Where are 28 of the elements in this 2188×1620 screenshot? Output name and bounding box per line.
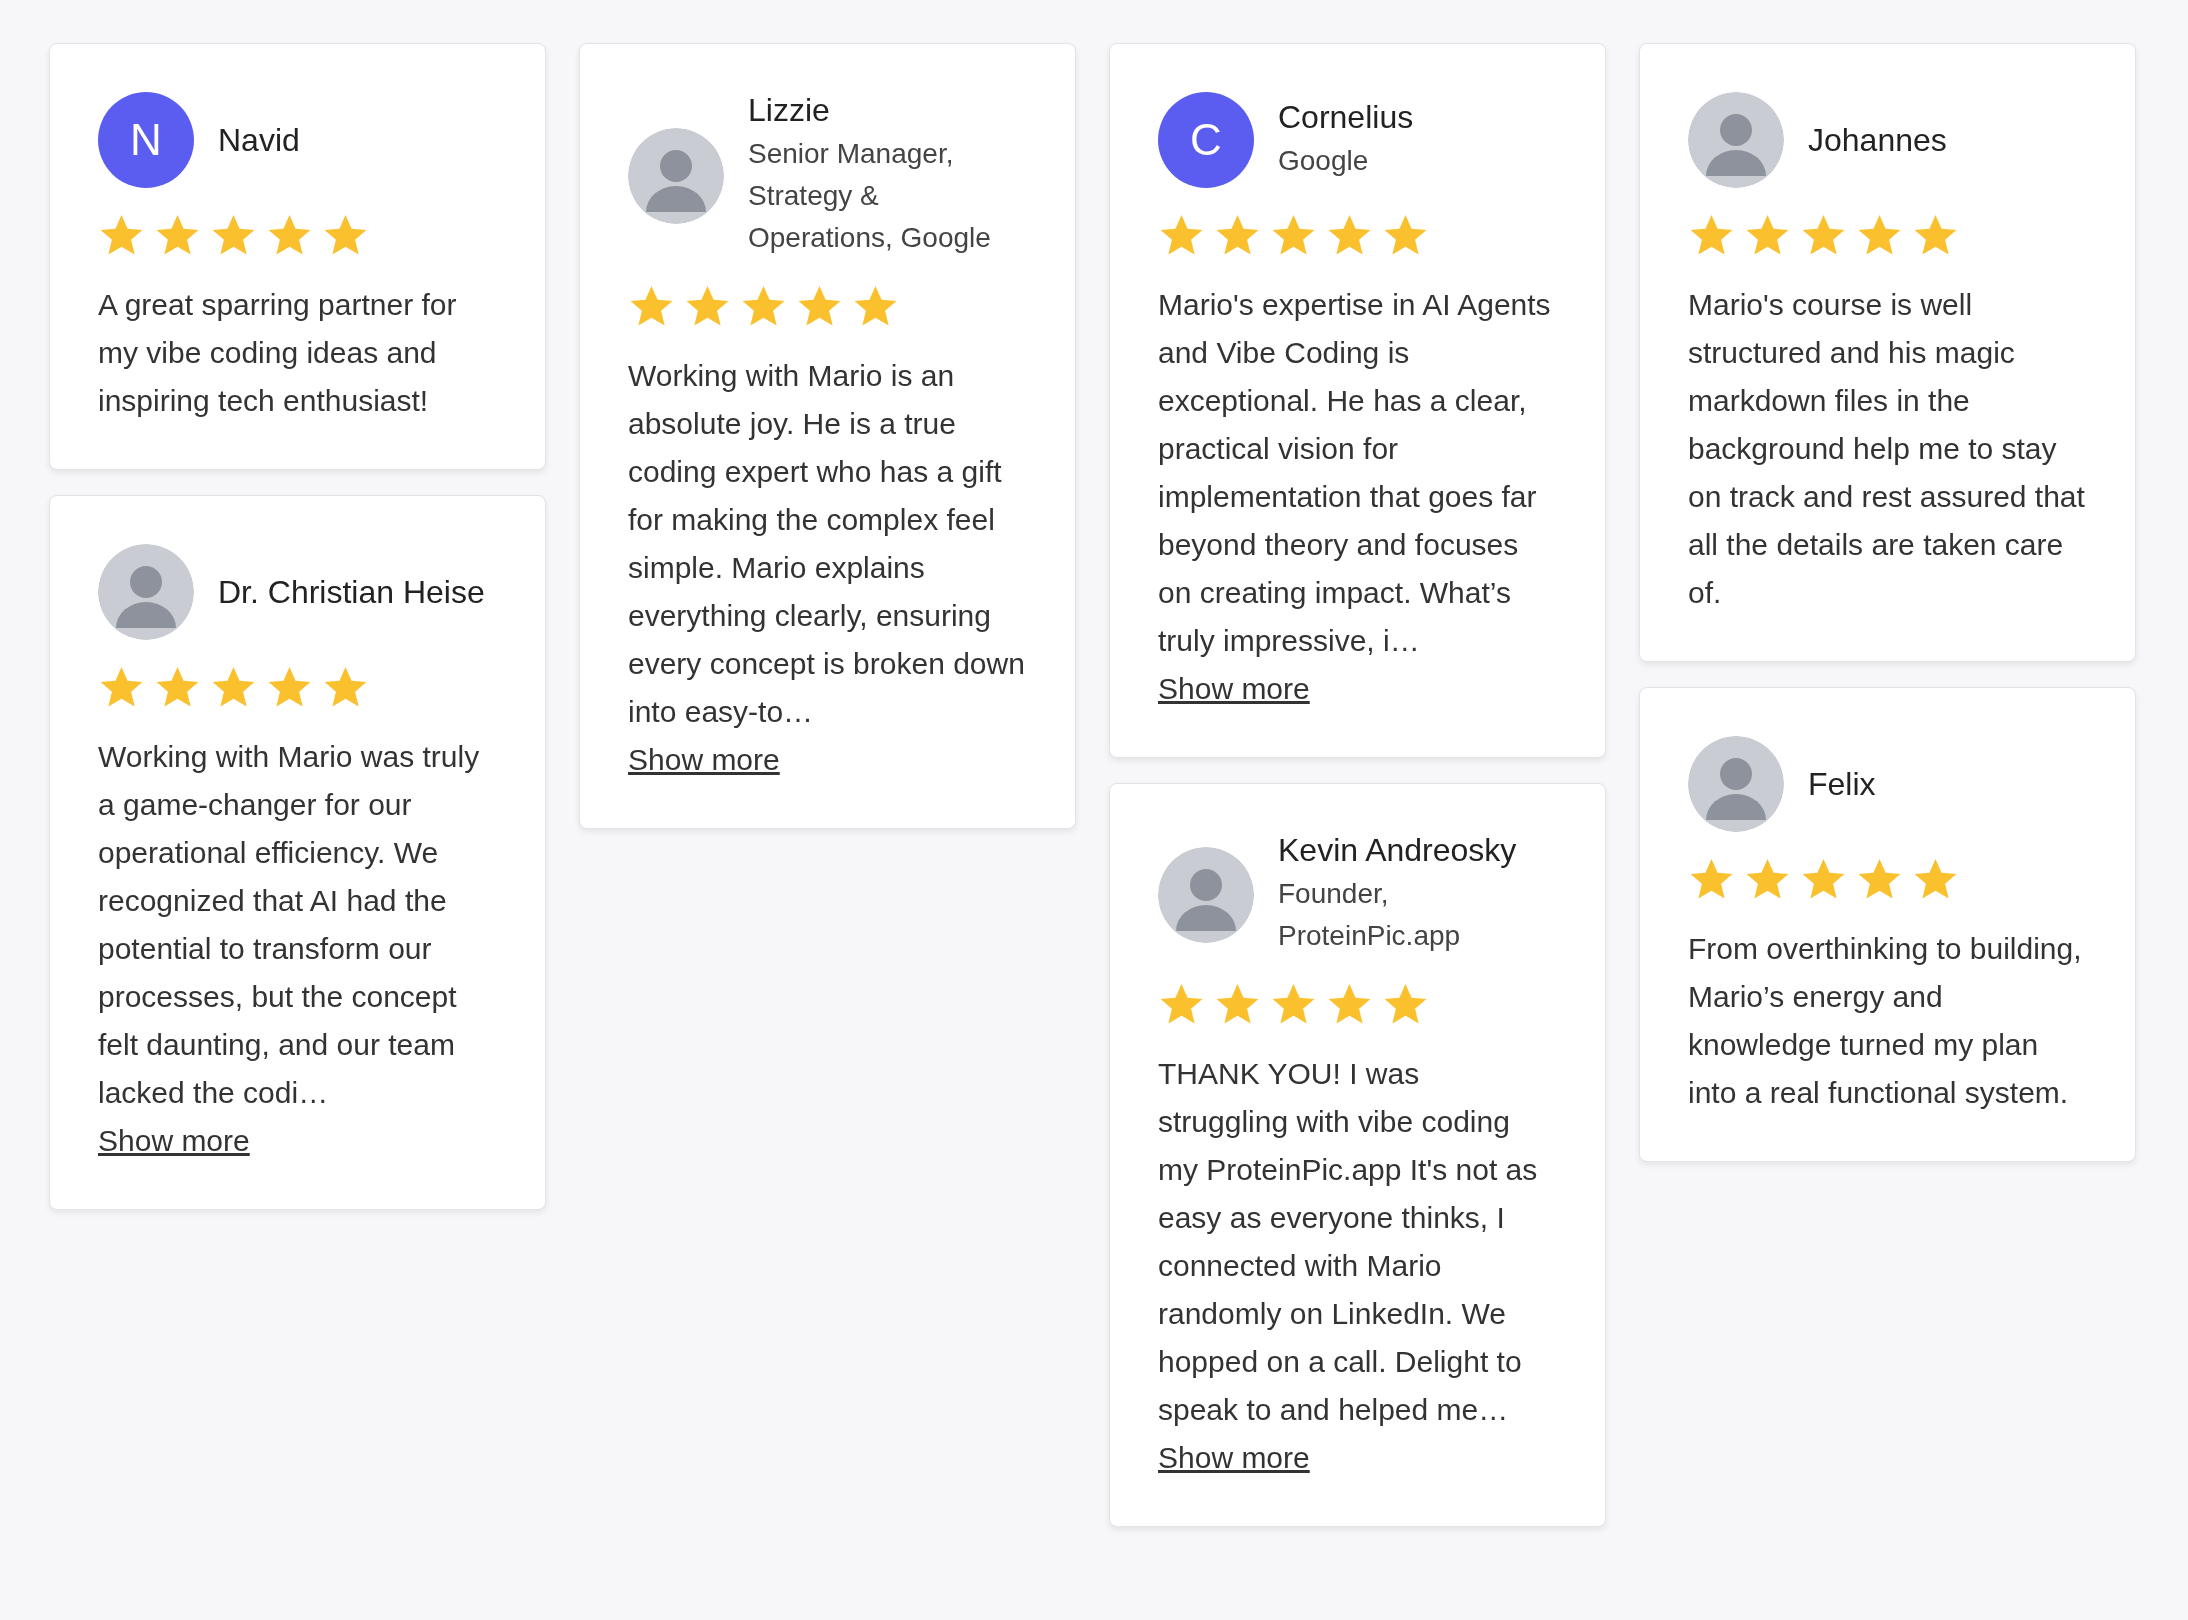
avatar-icon [1688,92,1784,188]
reviewer-title: Founder, ProteinPic.app [1278,877,1462,953]
reviewer-name: Johannes [1808,121,1947,159]
show-more-link[interactable]: Show more [1158,1434,1310,1482]
review-text: Working with Mario is an absolute joy. He is a true coding expert who has a gift for making the complex feel simple. Mario explains everything clearly, ensuring every concept is broken down into easy-to… [628,358,1026,730]
review-text: Mario's expertise in AI Agents and Vibe Coding is exceptional. He has a clear, practical vision for implementation that goes far beyond theory and focuses on creating impact. What’s truly impressive, i… [1158,287,1552,659]
review-text: A great sparring partner for my vibe coding ideas and inspiring tech enthusiast! [98,287,458,419]
reviewer-title: Google [1278,143,1370,178]
reviewer-name: Felix [1808,765,1876,803]
review-text: THANK YOU! I was struggling with vibe coding my ProteinPic.app It's not as easy as everyone thinks, I connected with Mario randomly on LinkedIn. We hopped on a call. Delight to speak to and helped me… [1158,1056,1539,1428]
letter-avatar: N [98,92,194,188]
review-text: Working with Mario was truly a game-changer for our operational efficiency. We recognized that AI had the potential to transform our processes, but the concept felt daunting, and our team lacked the codi… [98,739,481,1111]
letter-avatar: C [1158,92,1254,188]
reviewer-name: Navid [218,121,300,159]
review-text: Mario's course is well structured and his magic markdown files in the background help me to stay on track and rest assured that all the details are taken care of. [1688,287,2086,611]
show-more-link[interactable]: Show more [98,1117,250,1165]
show-more-link[interactable]: Show more [1158,665,1310,713]
avatar-icon [98,544,194,640]
review-text: From overthinking to building, Mario’s energy and knowledge turned my plan into a real functional system. [1688,931,2083,1111]
show-more-link[interactable]: Show more [628,736,780,784]
reviewer-title: Senior Manager, Strategy & Operations, Google [748,137,992,255]
reviewer-name: Cornelius [1278,98,1414,136]
avatar-icon [628,127,724,224]
avatar-icon [1688,736,1784,832]
reviewer-name: Dr. Christian Heise [218,573,485,611]
reviewer-name: Lizzie [748,92,831,129]
reviewer-name: Kevin Andreosky [1278,832,1518,869]
avatar-icon [1158,846,1254,943]
